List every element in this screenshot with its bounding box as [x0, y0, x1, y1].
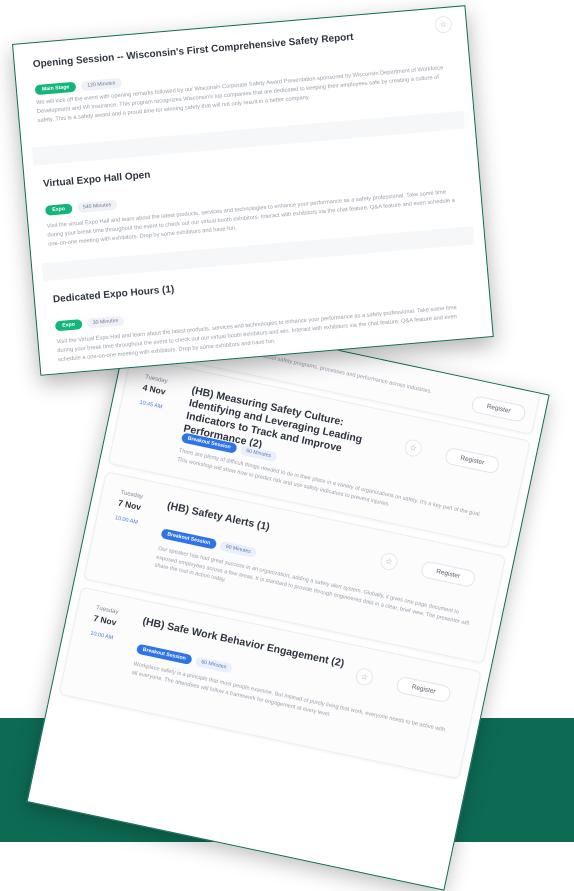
session-description: Workplace safety is a principle that mos…	[131, 661, 446, 734]
expo-card: Opening Session -- Wisconsin's First Com…	[12, 5, 494, 376]
session-date: Tuesday 7 Nov 10:00 AM	[81, 603, 129, 643]
register-button[interactable]: Register	[444, 446, 501, 475]
duration-badge: 60 Minutes	[218, 540, 258, 559]
duration-badge: 540 Minutes	[76, 199, 118, 214]
session-title[interactable]: Opening Session -- Wisconsin's First Com…	[32, 32, 354, 70]
star-icon[interactable]: ☆	[354, 666, 375, 688]
session-title[interactable]: Virtual Expo Hall Open	[43, 170, 151, 190]
duration-badge: 120 Minutes	[80, 77, 122, 92]
session-type-badge: Expo	[54, 319, 83, 332]
session-time: 10:00 AM	[114, 515, 139, 526]
duration-badge: 60 Minutes	[194, 656, 234, 674]
star-icon[interactable]: ☆	[403, 437, 424, 459]
session-time: 10:45 AM	[138, 399, 163, 411]
session-badges: Expo 540 Minutes	[44, 193, 118, 217]
star-icon[interactable]: ☆	[434, 15, 453, 34]
register-button[interactable]: Register	[470, 395, 527, 423]
duration-badge: 60 Minutes	[239, 444, 278, 463]
session-title[interactable]: Dedicated Expo Hours (1)	[53, 284, 175, 305]
star-icon[interactable]: ☆	[378, 551, 400, 572]
session-date: Tuesday 7 Nov 10:00 AM	[105, 488, 153, 528]
register-button[interactable]: Register	[419, 560, 477, 589]
duration-badge: 30 Minutes	[86, 315, 125, 329]
session-time: 10:00 AM	[89, 630, 114, 642]
session-type-badge: Expo	[44, 203, 73, 216]
expo-session-0[interactable]: Opening Session -- Wisconsin's First Com…	[13, 6, 464, 124]
session-type-badge: Main Stage	[34, 81, 77, 96]
register-button[interactable]: Register	[395, 675, 452, 704]
session-badges: Expo 30 Minutes	[54, 308, 125, 332]
session-date: Tuesday 4 Nov 10:45 AM	[130, 372, 178, 412]
